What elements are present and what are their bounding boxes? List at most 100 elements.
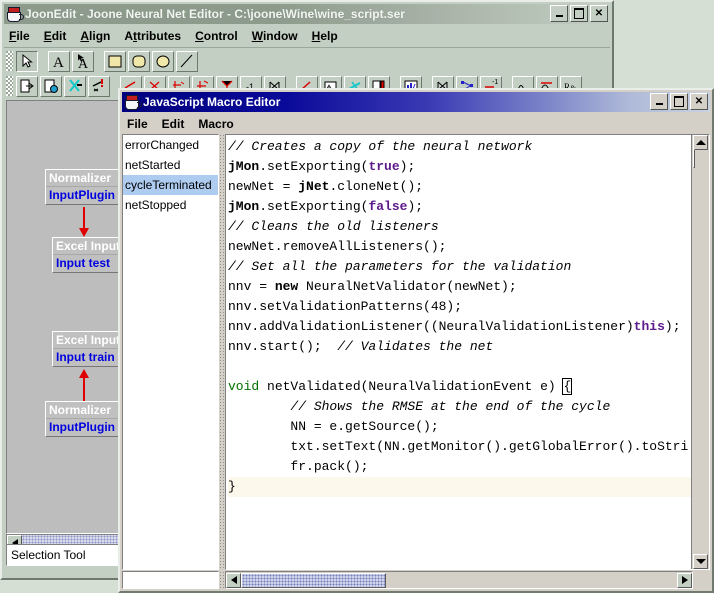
code-line: // Cleans the old listeners xyxy=(228,217,691,237)
macro-split-pane: errorChanged netStarted cycleTerminated … xyxy=(122,134,710,570)
macro-titlebar[interactable]: JavaScript Macro Editor ✕ xyxy=(122,92,710,112)
select-tool-button[interactable] xyxy=(16,51,38,72)
menu-help[interactable]: Help xyxy=(312,29,338,43)
macro-minimize-button[interactable] xyxy=(650,93,668,110)
scissors-button[interactable] xyxy=(64,76,86,97)
screen: JoonEdit - Joone Neural Net Editor - C:\… xyxy=(0,0,714,593)
connection-arrow-down xyxy=(83,207,85,229)
macro-window-controls: ✕ xyxy=(650,93,708,110)
code-line-current: } xyxy=(228,477,691,497)
code-vertical-scrollbar[interactable] xyxy=(691,135,709,569)
code-editor[interactable]: // Creates a copy of the neural network … xyxy=(226,135,691,569)
code-scroll-track-horizontal[interactable] xyxy=(386,573,677,588)
joone-coffee-cup-icon xyxy=(124,94,140,110)
main-close-button[interactable]: ✕ xyxy=(590,5,608,22)
code-horizontal-scrollbar[interactable] xyxy=(225,571,693,589)
code-scroll-track-vertical[interactable] xyxy=(693,150,708,554)
code-line-blank xyxy=(228,357,691,377)
main-menubar: File Edit Align Attributes Control Windo… xyxy=(4,25,610,48)
code-line: txt.setText(NN.getMonitor().getGlobalErr… xyxy=(228,437,691,457)
code-line: newNet.removeAllListeners(); xyxy=(228,237,691,257)
event-list-item-netstopped[interactable]: netStopped xyxy=(123,195,218,215)
macro-maximize-button[interactable] xyxy=(670,93,688,110)
cut-connection-button[interactable] xyxy=(88,76,110,97)
menu-control[interactable]: Control xyxy=(195,29,238,43)
node-normalizer-inputplugin-4[interactable]: Normalizer InputPlugin 4 xyxy=(45,169,122,205)
menu-align[interactable]: Align xyxy=(80,29,110,43)
toolbar-grip[interactable] xyxy=(6,51,13,71)
event-list-item-errorchanged[interactable]: errorChanged xyxy=(123,135,218,155)
text-tool-button[interactable]: A xyxy=(48,51,70,72)
code-line: void netValidated(NeuralValidationEvent … xyxy=(228,377,691,397)
main-minimize-button[interactable] xyxy=(550,5,568,22)
svg-text:A: A xyxy=(53,55,64,70)
node-name-label: InputPlugin 2 xyxy=(46,419,122,436)
macro-horizontal-scroll-row xyxy=(122,571,710,589)
main-window-controls: ✕ xyxy=(550,5,608,22)
code-line: // Shows the RMSE at the end of the cycl… xyxy=(228,397,691,417)
node-name-label: InputPlugin 4 xyxy=(46,187,122,204)
code-line: // Set all the parameters for the valida… xyxy=(228,257,691,277)
event-list-footer xyxy=(122,571,219,589)
main-window-title: JoonEdit - Joone Neural Net Editor - C:\… xyxy=(25,7,405,21)
rounded-rect-tool-button[interactable] xyxy=(128,51,150,72)
code-line: nnv = new NeuralNetValidator(newNet); xyxy=(228,277,691,297)
code-line: NN = e.getSource(); xyxy=(228,417,691,437)
rectangle-tool-button[interactable] xyxy=(104,51,126,72)
macro-body: errorChanged netStarted cycleTerminated … xyxy=(122,134,710,589)
code-line: nnv.start(); // Validates the net xyxy=(228,337,691,357)
node-name-label: Input train xyxy=(53,349,122,366)
ellipse-tool-button[interactable] xyxy=(152,51,174,72)
node-name-label: Input test xyxy=(53,255,122,272)
event-list[interactable]: errorChanged netStarted cycleTerminated … xyxy=(122,134,219,570)
macro-window-title: JavaScript Macro Editor xyxy=(143,95,280,109)
code-scroll-down-button[interactable] xyxy=(693,554,708,569)
node-excel-input-train[interactable]: Excel Input Input train xyxy=(52,331,122,367)
node-normalizer-inputplugin-2[interactable]: Normalizer InputPlugin 2 xyxy=(45,401,122,437)
macro-menubar: File Edit Macro xyxy=(122,113,710,135)
node-type-label: Excel Input xyxy=(53,332,122,349)
macro-menu-file[interactable]: File xyxy=(127,117,148,131)
javascript-macro-editor-window: JavaScript Macro Editor ✕ File Edit Macr… xyxy=(118,88,714,593)
code-line: nnv.addValidationListener((NeuralValidat… xyxy=(228,317,691,337)
node-excel-input-test[interactable]: Excel Input Input test xyxy=(52,237,122,273)
macro-menu-edit[interactable]: Edit xyxy=(162,117,185,131)
joone-coffee-cup-icon xyxy=(6,6,22,22)
connection-arrow-up xyxy=(83,377,85,403)
menu-file[interactable]: File xyxy=(9,29,30,43)
menu-window[interactable]: Window xyxy=(252,29,298,43)
export-button[interactable] xyxy=(16,76,38,97)
export-image-button[interactable] xyxy=(40,76,62,97)
event-list-item-cycleterminated[interactable]: cycleTerminated xyxy=(123,175,218,195)
main-titlebar[interactable]: JoonEdit - Joone Neural Net Editor - C:\… xyxy=(4,4,610,24)
status-bar: Selection Tool xyxy=(6,544,120,566)
toolbar-grip-2[interactable] xyxy=(6,76,13,96)
tools-toolbar: A A xyxy=(4,49,610,73)
code-line: // Creates a copy of the neural network xyxy=(228,137,691,157)
code-scroll-thumb-horizontal[interactable] xyxy=(241,573,386,588)
code-scroll-left-button[interactable] xyxy=(226,573,241,588)
node-type-label: Excel Input xyxy=(53,238,122,255)
node-type-label: Normalizer xyxy=(46,402,122,419)
line-tool-button[interactable] xyxy=(176,51,198,72)
main-maximize-button[interactable] xyxy=(570,5,588,22)
macro-menu-macro[interactable]: Macro xyxy=(198,117,233,131)
scrollbar-corner xyxy=(693,571,710,589)
text-edit-tool-button[interactable]: A xyxy=(72,51,94,72)
code-line: jMon.setExporting(true); xyxy=(228,157,691,177)
macro-close-button[interactable]: ✕ xyxy=(690,93,708,110)
code-line: nnv.setValidationPatterns(48); xyxy=(228,297,691,317)
code-scroll-thumb-vertical[interactable] xyxy=(693,149,695,168)
code-scroll-right-button[interactable] xyxy=(677,573,692,588)
code-scroll-up-button[interactable] xyxy=(693,135,708,150)
network-canvas[interactable]: Normalizer InputPlugin 4 Excel Input Inp… xyxy=(6,100,122,534)
svg-text:-1: -1 xyxy=(492,79,498,86)
status-text: Selection Tool xyxy=(7,548,86,562)
code-pane: // Creates a copy of the neural network … xyxy=(225,134,710,570)
node-type-label: Normalizer xyxy=(46,170,122,187)
menu-attributes[interactable]: Attributes xyxy=(124,29,181,43)
menu-edit[interactable]: Edit xyxy=(44,29,67,43)
code-line: fr.pack(); xyxy=(228,457,691,477)
code-line: newNet = jNet.cloneNet(); xyxy=(228,177,691,197)
event-list-item-netstarted[interactable]: netStarted xyxy=(123,155,218,175)
